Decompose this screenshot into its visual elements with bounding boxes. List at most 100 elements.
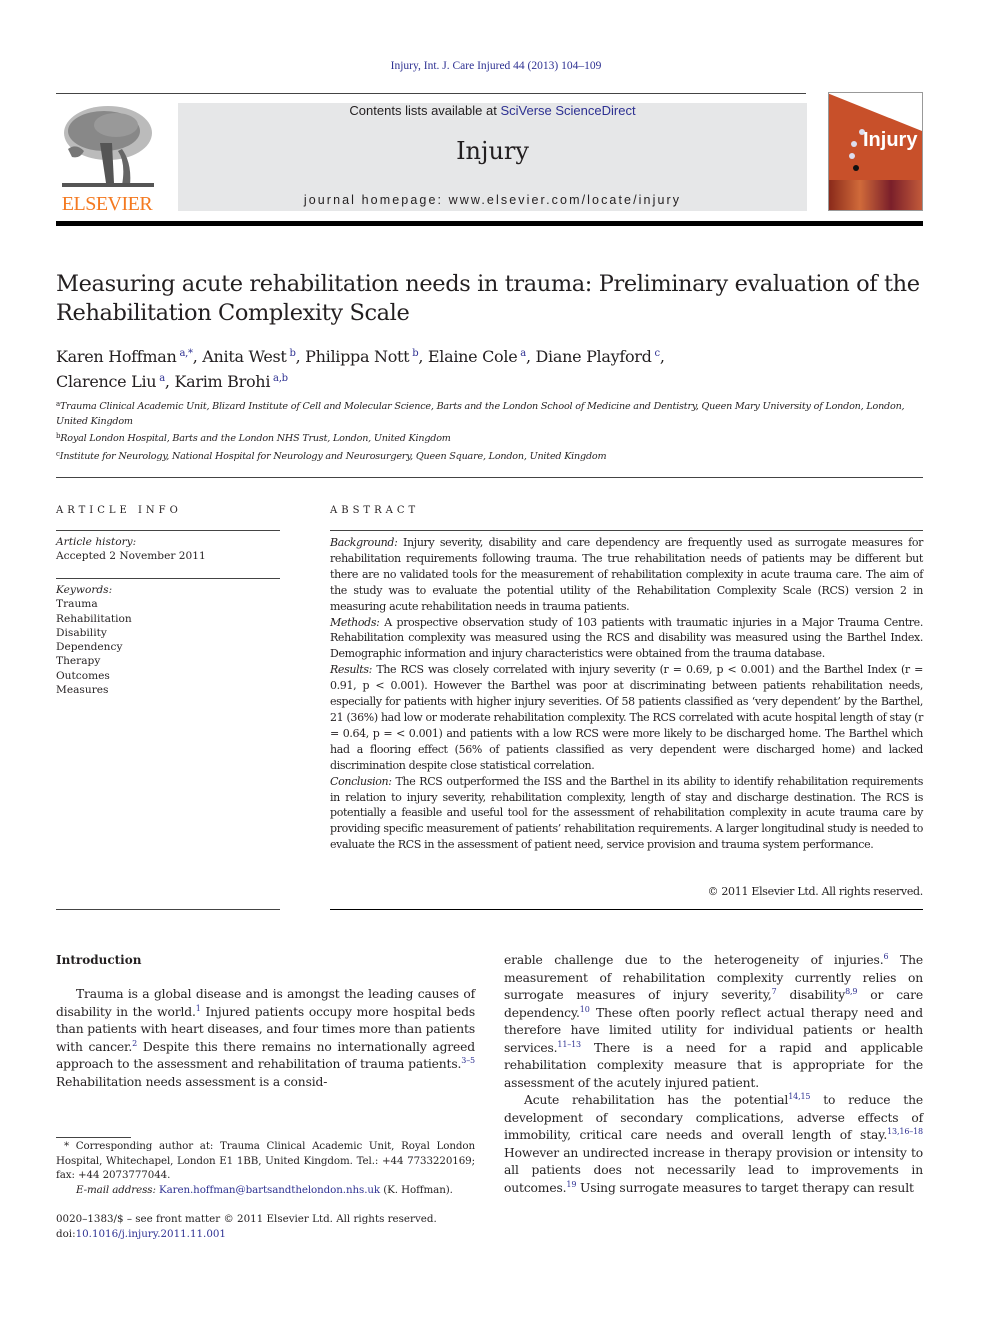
affiliation: aTrauma Clinical Academic Unit, Blizard … (56, 397, 936, 429)
reference-link[interactable]: 3–5 (461, 1056, 475, 1065)
abstract-text: A prospective observation study of 103 p… (330, 615, 923, 661)
keyword: Disability (56, 626, 107, 639)
abstract-background: Background: Injury severity, disability … (330, 535, 923, 615)
elsevier-wordmark: ELSEVIER (61, 193, 153, 215)
journal-homepage-link[interactable]: journal homepage: www.elsevier.com/locat… (178, 193, 807, 207)
body-column-right: erable challenge due to the heterogeneit… (504, 952, 923, 1197)
keywords-label: Keywords: (56, 584, 113, 596)
author-affiliation-ref[interactable]: b (289, 348, 295, 359)
author-affiliation-ref[interactable]: b (412, 348, 418, 359)
keyword: Therapy (56, 655, 101, 668)
author-affiliation-ref[interactable]: a (520, 348, 526, 359)
body-text: erable challenge due to the heterogeneit… (504, 953, 884, 967)
doi-link[interactable]: 10.1016/j.injury.2011.11.001 (76, 1228, 226, 1240)
author-name[interactable]: Philippa Nott (305, 347, 409, 366)
author-affiliation-ref[interactable]: a (159, 373, 165, 384)
reference-link[interactable]: 10 (580, 1005, 590, 1014)
author-name[interactable]: Elaine Cole (428, 347, 518, 366)
body-paragraph: erable challenge due to the heterogeneit… (504, 952, 923, 1092)
article-info-rule (56, 909, 280, 910)
affiliation-text: Institute for Neurology, National Hospit… (59, 450, 607, 462)
article-title: Measuring acute rehabilitation needs in … (56, 271, 920, 326)
journal-banner: Contents lists available at SciVerse Sci… (178, 103, 807, 211)
body-paragraph: Acute rehabilitation has the potential14… (504, 1092, 923, 1197)
keyword: Rehabilitation (56, 612, 132, 625)
abstract-label: Methods: (330, 615, 380, 629)
email-label: E-mail address: (76, 1183, 156, 1196)
affiliations: aTrauma Clinical Academic Unit, Blizard … (56, 397, 936, 464)
reference-link[interactable]: 8,9 (845, 987, 857, 996)
affiliation: bRoyal London Hospital, Barts and the Lo… (56, 429, 936, 447)
history-label: Article history: (56, 536, 137, 548)
keyword: Outcomes (56, 669, 110, 682)
abstract-rule (330, 909, 923, 910)
section-rule (56, 477, 923, 478)
author-name[interactable]: Karen Hoffman (56, 347, 177, 366)
abstract-methods: Methods: A prospective observation study… (330, 615, 923, 663)
abstract-body: Background: Injury severity, disability … (330, 535, 923, 853)
abstract-text: The RCS outperformed the ISS and the Bar… (330, 774, 923, 852)
article-info-rule (56, 530, 280, 531)
cover-dot-icon (849, 153, 855, 159)
abstract-results: Results: The RCS was closely correlated … (330, 662, 923, 773)
abstract-heading: ABSTRACT (330, 505, 420, 516)
front-matter-text: 0020–1383/$ – see front matter © 2011 El… (56, 1213, 437, 1225)
doi-line: doi:10.1016/j.injury.2011.11.001 (56, 1227, 556, 1242)
author-affiliation-ref[interactable]: a,b (273, 373, 288, 384)
author-name[interactable]: Diane Playford (536, 347, 652, 366)
affiliation-text: Royal London Hospital, Barts and the Lon… (60, 433, 451, 444)
email-suffix: (K. Hoffman). (380, 1183, 453, 1196)
footnote-rule (56, 1137, 131, 1138)
introduction-heading: Introduction (56, 953, 142, 967)
abstract-copyright: © 2011 Elsevier Ltd. All rights reserved… (707, 885, 923, 898)
header-thick-rule (56, 221, 923, 226)
author-affiliation-ref[interactable]: c (655, 348, 661, 359)
cover-corner (829, 93, 922, 131)
body-column-left: Trauma is a global disease and is amongs… (56, 986, 475, 1091)
history-value: Accepted 2 November 2011 (56, 550, 206, 563)
elsevier-logo[interactable]: ELSEVIER (56, 103, 158, 215)
doi-label: doi: (56, 1228, 76, 1240)
journal-title: Injury (456, 137, 529, 165)
body-text: Using surrogate measures to target thera… (576, 1180, 914, 1195)
article-info-rule (56, 578, 280, 579)
contents-prefix: Contents lists available at (349, 103, 501, 118)
cover-image-band (829, 180, 922, 210)
email-link[interactable]: Karen.hoffman@bartsandthelondon.nhs.uk (159, 1184, 380, 1196)
author-name[interactable]: Karim Brohi (174, 372, 270, 391)
keywords: Keywords: Trauma Rehabilitation Disabili… (56, 583, 280, 697)
article-info-heading: ARTICLE INFO (56, 505, 182, 516)
keyword: Measures (56, 684, 109, 697)
author-affiliation-ref[interactable]: a,* (179, 348, 193, 359)
abstract-text: Injury severity, disability and care dep… (330, 536, 923, 613)
abstract-text: The RCS was closely correlated with inju… (330, 663, 923, 772)
front-matter: 0020–1383/$ – see front matter © 2011 El… (56, 1212, 556, 1242)
article-history: Article history: Accepted 2 November 201… (56, 535, 280, 564)
abstract-label: Conclusion: (330, 774, 392, 788)
body-text: Acute rehabilitation has the potential (524, 1093, 789, 1107)
sciencedirect-link[interactable]: SciVerse ScienceDirect (500, 103, 635, 118)
author-list: Karen Hoffman a,*, Anita West b, Philipp… (56, 347, 665, 391)
author-name[interactable]: Clarence Liu (56, 372, 157, 391)
cover-dot-icon (853, 165, 859, 171)
abstract-label: Background: (330, 536, 398, 549)
abstract-conclusion: Conclusion: The RCS outperformed the ISS… (330, 774, 923, 854)
abstract-rule (330, 530, 923, 531)
author-name[interactable]: Anita West (202, 347, 287, 366)
journal-cover-thumbnail[interactable]: Injury (828, 92, 923, 211)
reference-link[interactable]: 19 (566, 1180, 576, 1189)
reference-link[interactable]: 11–13 (557, 1040, 581, 1049)
email-line: E-mail address: Karen.hoffman@bartsandth… (56, 1183, 475, 1198)
body-text: disability (776, 988, 846, 1002)
reference-link[interactable]: 13,16–18 (887, 1127, 923, 1136)
abstract-label: Results: (330, 663, 373, 677)
keyword: Trauma (56, 598, 98, 611)
keyword: Dependency (56, 641, 123, 654)
journal-citation[interactable]: Injury, Int. J. Care Injured 44 (2013) 1… (0, 60, 992, 72)
contents-line: Contents lists available at SciVerse Sci… (178, 103, 807, 118)
affiliation-text: Trauma Clinical Academic Unit, Blizard I… (56, 401, 905, 427)
reference-link[interactable]: 14,15 (788, 1092, 810, 1101)
cover-title: Injury (863, 129, 918, 151)
corresponding-author-text: * Corresponding author at: Trauma Clinic… (56, 1140, 475, 1181)
elsevier-tree-icon (62, 106, 154, 187)
